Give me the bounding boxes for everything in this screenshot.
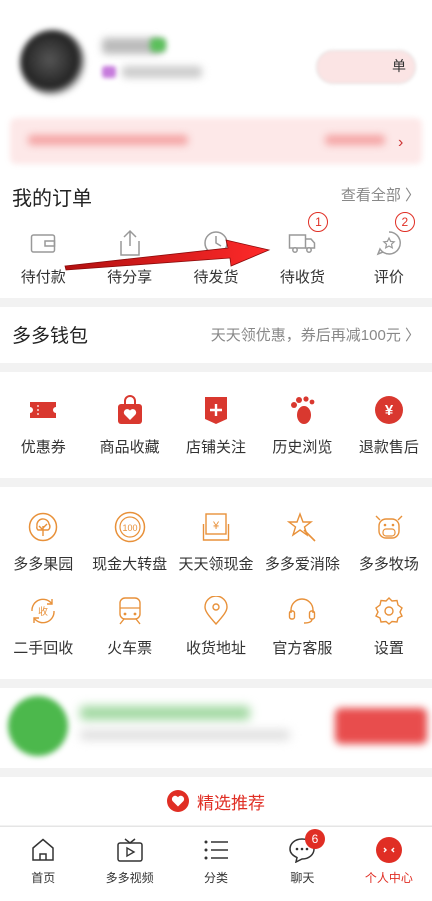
review-icon [374, 228, 404, 258]
wheel-icon: 100 [114, 511, 146, 543]
vip-badge [150, 38, 166, 52]
orders-title: 我的订单 [12, 188, 92, 210]
grid-item-label: 店铺关注 [186, 439, 247, 456]
grid-item-daily-cash[interactable]: ¥ 天天领现金 [173, 511, 259, 574]
annotation-arrow-icon [64, 239, 271, 271]
grid-item-store-follow[interactable]: 店铺关注 [173, 394, 259, 457]
order-item-label: 待付款 [20, 269, 66, 286]
order-count-badge: 1 [308, 212, 329, 232]
tree-icon [27, 511, 59, 543]
location-icon [200, 595, 232, 627]
promo-banner-link [325, 135, 385, 145]
features-grid: 多多果园 100 现金大转盘 ¥ 天天领现金 多多爱消除 多多牧场 收 二手回收… [0, 487, 432, 679]
grid-item-refund[interactable]: ¥ 退款售后 [346, 394, 432, 457]
wallet-icon [28, 228, 58, 258]
train-icon [114, 595, 146, 627]
ad-logo [8, 696, 68, 756]
grid-item-match-game[interactable]: 多多爱消除 [259, 511, 345, 574]
grid-item-coupon[interactable]: 优惠券 [0, 394, 86, 457]
category-icon [201, 835, 231, 865]
grid-item-label: 官方客服 [272, 640, 333, 657]
cash-envelope-icon: ¥ [200, 511, 232, 543]
grid-item-train-tickets[interactable]: 火车票 [86, 595, 172, 658]
chevron-right-icon: › [398, 134, 404, 151]
order-review[interactable]: 2 评价 [346, 212, 432, 288]
level-badge [102, 66, 116, 78]
recycle-icon: 收 [27, 595, 59, 627]
avatar[interactable] [20, 30, 86, 96]
grid-item-recycle[interactable]: 收 二手回收 [0, 595, 86, 658]
tab-video[interactable]: 多多视频 [86, 827, 172, 901]
cow-icon [373, 511, 405, 543]
svg-text:100: 100 [122, 523, 137, 533]
order-item-label: 评价 [373, 269, 404, 286]
wallet-section[interactable]: 多多钱包 天天领优惠，券后再减100元 〉 [0, 307, 432, 363]
grid-item-cash-wheel[interactable]: 100 现金大转盘 [86, 511, 172, 574]
tab-chat[interactable]: 6 聊天 [259, 827, 345, 901]
grid-item-orchard[interactable]: 多多果园 [0, 511, 86, 574]
grid-item-ranch[interactable]: 多多牧场 [346, 511, 432, 574]
grid-item-label: 多多牧场 [358, 556, 419, 573]
grid-item-settings[interactable]: 设置 [346, 595, 432, 658]
grid-item-customer-service[interactable]: 官方客服 [259, 595, 345, 658]
truck-icon [287, 228, 317, 258]
ad-action-button[interactable] [335, 708, 427, 744]
grid-item-address[interactable]: 收货地址 [173, 595, 259, 658]
svg-text:¥: ¥ [212, 520, 220, 532]
recommend-label: 精选推荐 [197, 793, 265, 813]
headset-icon [286, 595, 318, 627]
ad-title-blurred [80, 706, 250, 720]
svg-text:收: 收 [38, 605, 48, 618]
tab-label: 聊天 [290, 871, 315, 885]
chat-unread-badge: 6 [305, 829, 325, 849]
grid-item-history[interactable]: 历史浏览 [259, 394, 345, 457]
grid-item-label: 多多果园 [13, 556, 74, 573]
heart-icon [167, 790, 189, 812]
view-all-orders-link[interactable]: 查看全部 〉 [341, 184, 420, 205]
coupon-icon [27, 394, 59, 426]
grid-item-favorites[interactable]: 商品收藏 [86, 394, 172, 457]
ad-banner[interactable] [0, 688, 432, 768]
grid-item-label: 天天领现金 [178, 556, 254, 573]
tab-label: 个人中心 [364, 871, 413, 885]
grid-item-label: 二手回收 [13, 640, 74, 657]
svg-text:¥: ¥ [385, 402, 394, 419]
tab-label: 分类 [204, 871, 229, 885]
grid-item-label: 退款售后 [358, 439, 419, 456]
refund-icon: ¥ [373, 394, 405, 426]
video-icon [115, 835, 145, 865]
user-subtitle-blurred [122, 66, 202, 78]
store-follow-icon [200, 394, 232, 426]
recommend-header: 精选推荐 [0, 777, 432, 825]
grid-item-label: 多多爱消除 [264, 556, 340, 573]
review-count-badge: 2 [394, 212, 415, 232]
wallet-promo-link[interactable]: 天天领优惠，券后再减100元 〉 [211, 324, 420, 345]
services-grid: 优惠券 商品收藏 店铺关注 历史浏览 ¥ 退款售后 [0, 372, 432, 478]
promo-banner-text [28, 135, 188, 145]
grid-item-label: 火车票 [107, 640, 153, 657]
profile-action-label: 单 [392, 58, 406, 74]
profile-icon [374, 835, 404, 865]
tab-label: 首页 [31, 871, 56, 885]
profile-header: 单 › [0, 0, 432, 170]
settings-icon [373, 595, 405, 627]
footprint-icon [286, 394, 318, 426]
favorite-bag-icon [114, 394, 146, 426]
grid-item-label: 收货地址 [186, 640, 247, 657]
tab-home[interactable]: 首页 [0, 827, 86, 901]
grid-item-label: 历史浏览 [272, 439, 333, 456]
grid-item-label: 设置 [373, 640, 404, 657]
tab-label: 多多视频 [105, 871, 154, 885]
grid-item-label: 优惠券 [20, 439, 66, 456]
star-wand-icon [286, 511, 318, 543]
ad-subtitle-blurred [80, 730, 290, 740]
tab-category[interactable]: 分类 [173, 827, 259, 901]
tab-profile[interactable]: 个人中心 [346, 827, 432, 901]
order-item-label: 待收货 [279, 269, 325, 286]
grid-item-label: 现金大转盘 [92, 556, 168, 573]
wallet-title: 多多钱包 [12, 326, 89, 347]
bottom-tab-bar: 首页 多多视频 分类 6 聊天 个人中心 [0, 826, 432, 901]
grid-item-label: 商品收藏 [99, 439, 160, 456]
home-icon [28, 835, 58, 865]
